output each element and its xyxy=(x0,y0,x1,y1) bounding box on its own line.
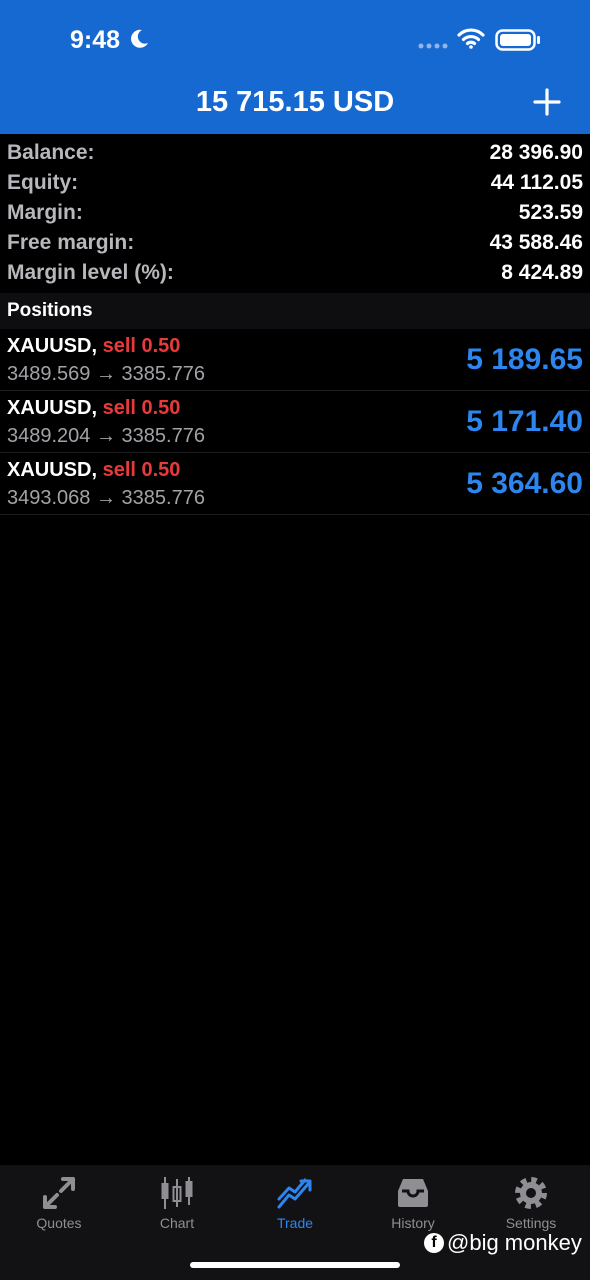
summary-value: 28 396.90 xyxy=(489,141,583,164)
summary-label: Margin: xyxy=(7,201,83,224)
position-profit: 5 171.40 xyxy=(466,405,583,438)
position-prices: 3493.068 → 3385.776 xyxy=(7,487,205,509)
positions-heading: Positions xyxy=(7,300,93,321)
position-side: sell 0.50 xyxy=(102,459,181,481)
watermark: f @big monkey xyxy=(424,1230,582,1256)
tab-label: Settings xyxy=(505,1215,557,1231)
position-title: XAUUSD, sell 0.50 xyxy=(7,397,180,420)
summary-label: Margin level (%): xyxy=(7,261,174,284)
facebook-icon: f xyxy=(424,1233,444,1253)
moon-icon xyxy=(131,29,148,48)
status-time: 9:48 xyxy=(70,26,121,54)
position-prices: 3489.569 → 3385.776 xyxy=(7,363,205,385)
position-title: XAUUSD, sell 0.50 xyxy=(7,459,180,482)
summary-value: 523.59 xyxy=(518,201,583,224)
tab-label: History xyxy=(391,1215,435,1231)
position-symbol: XAUUSD, xyxy=(7,335,98,357)
battery-icon xyxy=(495,29,540,51)
summary-label: Balance: xyxy=(7,141,95,164)
summary-margin-level: Margin level (%): 8 424.89 xyxy=(0,258,590,288)
tab-quotes[interactable]: Quotes xyxy=(0,1165,118,1245)
tab-label: Quotes xyxy=(36,1215,82,1231)
history-icon xyxy=(398,1179,428,1207)
position-symbol: XAUUSD, xyxy=(7,397,98,419)
position-side: sell 0.50 xyxy=(102,335,181,357)
summary-label: Free margin: xyxy=(7,231,135,254)
summary-equity: Equity: 44 112.05 xyxy=(0,168,590,198)
summary-value: 8 424.89 xyxy=(501,261,583,284)
position-row[interactable]: XAUUSD, sell 0.50 3489.569 → 3385.776 5 … xyxy=(0,329,590,391)
trade-icon xyxy=(277,1178,312,1209)
quotes-icon xyxy=(43,1177,75,1209)
account-summary: Balance: 28 396.90 Equity: 44 112.05 Mar… xyxy=(0,138,590,288)
summary-balance: Balance: 28 396.90 xyxy=(0,138,590,168)
position-symbol: XAUUSD, xyxy=(7,459,98,481)
position-profit: 5 189.65 xyxy=(466,343,583,376)
tab-chart[interactable]: Chart xyxy=(118,1165,236,1245)
position-side: sell 0.50 xyxy=(102,397,181,419)
chart-icon xyxy=(161,1177,193,1209)
settings-icon xyxy=(515,1177,547,1209)
positions-list: XAUUSD, sell 0.50 3489.569 → 3385.776 5 … xyxy=(0,329,590,515)
signal-icon xyxy=(418,43,448,49)
tab-label: Chart xyxy=(159,1215,195,1231)
top-bar: 9:48 15 715.15 USD xyxy=(0,0,590,134)
position-prices: 3489.204 → 3385.776 xyxy=(7,425,205,447)
positions-section-header: Positions xyxy=(0,293,590,329)
summary-margin: Margin: 523.59 xyxy=(0,198,590,228)
tab-trade[interactable]: Trade xyxy=(236,1165,354,1245)
summary-label: Equity: xyxy=(7,171,79,194)
wifi-icon xyxy=(457,28,485,49)
tab-label: Trade xyxy=(276,1215,314,1231)
position-row[interactable]: XAUUSD, sell 0.50 3493.068 → 3385.776 5 … xyxy=(0,453,590,515)
watermark-text: @big monkey xyxy=(447,1230,582,1255)
summary-value: 43 588.46 xyxy=(489,231,583,254)
add-icon[interactable] xyxy=(532,87,562,117)
account-balance-title: 15 715.15 USD xyxy=(195,86,395,118)
summary-free-margin: Free margin: 43 588.46 xyxy=(0,228,590,258)
position-title: XAUUSD, sell 0.50 xyxy=(7,335,180,358)
position-profit: 5 364.60 xyxy=(466,467,583,500)
home-indicator xyxy=(190,1262,400,1268)
summary-value: 44 112.05 xyxy=(490,171,583,194)
position-row[interactable]: XAUUSD, sell 0.50 3489.204 → 3385.776 5 … xyxy=(0,391,590,453)
